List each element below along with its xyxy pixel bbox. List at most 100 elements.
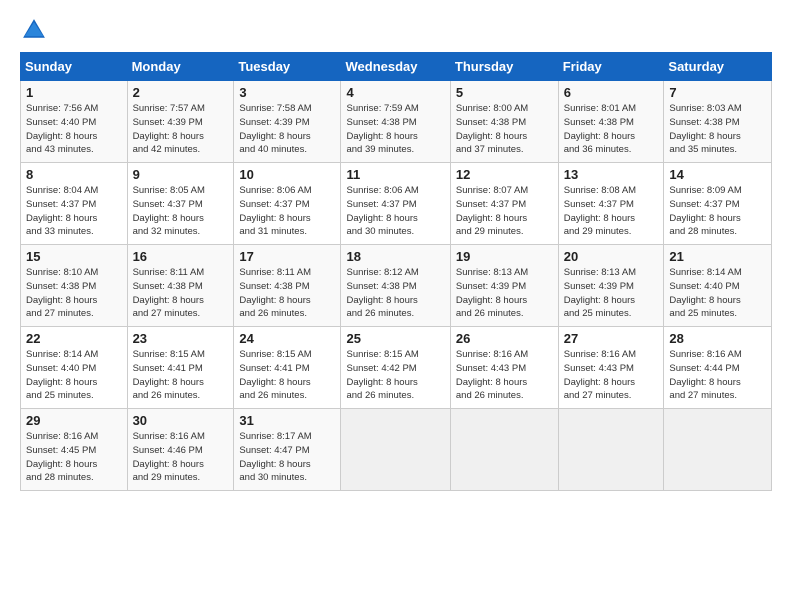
calendar-table: SundayMondayTuesdayWednesdayThursdayFrid…: [20, 52, 772, 491]
day-info: Sunrise: 7:59 AMSunset: 4:38 PMDaylight:…: [346, 102, 444, 157]
day-cell: 2 Sunrise: 7:57 AMSunset: 4:39 PMDaylight…: [127, 81, 234, 163]
calendar-page: SundayMondayTuesdayWednesdayThursdayFrid…: [0, 0, 792, 612]
col-header-thursday: Thursday: [450, 53, 558, 81]
day-cell: 18 Sunrise: 8:12 AMSunset: 4:38 PMDayligh…: [341, 245, 450, 327]
day-cell: 24 Sunrise: 8:15 AMSunset: 4:41 PMDayligh…: [234, 327, 341, 409]
logo: [20, 16, 52, 44]
day-number: 11: [346, 167, 444, 182]
day-info: Sunrise: 8:06 AMSunset: 4:37 PMDaylight:…: [346, 184, 444, 239]
day-info: Sunrise: 8:04 AMSunset: 4:37 PMDaylight:…: [26, 184, 122, 239]
week-row-3: 15 Sunrise: 8:10 AMSunset: 4:38 PMDayligh…: [21, 245, 772, 327]
day-number: 21: [669, 249, 766, 264]
day-number: 16: [133, 249, 229, 264]
day-info: Sunrise: 7:57 AMSunset: 4:39 PMDaylight:…: [133, 102, 229, 157]
day-cell: 3Sunrise: 7:58 AMSunset: 4:39 PMDaylight…: [234, 81, 341, 163]
day-cell: 12 Sunrise: 8:07 AMSunset: 4:37 PMDayligh…: [450, 163, 558, 245]
col-header-wednesday: Wednesday: [341, 53, 450, 81]
day-number: 8: [26, 167, 122, 182]
day-info: Sunrise: 8:08 AMSunset: 4:37 PMDaylight:…: [564, 184, 659, 239]
day-cell: 16 Sunrise: 8:11 AMSunset: 4:38 PMDayligh…: [127, 245, 234, 327]
day-cell: 27 Sunrise: 8:16 AMSunset: 4:43 PMDayligh…: [558, 327, 664, 409]
day-info: Sunrise: 8:09 AMSunset: 4:37 PMDaylight:…: [669, 184, 766, 239]
day-number: 7: [669, 85, 766, 100]
col-header-saturday: Saturday: [664, 53, 772, 81]
day-cell: 10 Sunrise: 8:06 AMSunset: 4:37 PMDayligh…: [234, 163, 341, 245]
day-number: 13: [564, 167, 659, 182]
day-info: Sunrise: 8:16 AMSunset: 4:43 PMDaylight:…: [564, 348, 659, 403]
day-cell: 31 Sunrise: 8:17 AMSunset: 4:47 PMDayligh…: [234, 409, 341, 491]
day-info: Sunrise: 8:01 AMSunset: 4:38 PMDaylight:…: [564, 102, 659, 157]
day-cell: [664, 409, 772, 491]
day-number: 6: [564, 85, 659, 100]
day-cell: [558, 409, 664, 491]
day-cell: 20 Sunrise: 8:13 AMSunset: 4:39 PMDayligh…: [558, 245, 664, 327]
day-number: 28: [669, 331, 766, 346]
day-number: 14: [669, 167, 766, 182]
day-number: 25: [346, 331, 444, 346]
day-number: 24: [239, 331, 335, 346]
day-info: Sunrise: 8:16 AMSunset: 4:45 PMDaylight:…: [26, 430, 122, 485]
day-cell: 19 Sunrise: 8:13 AMSunset: 4:39 PMDayligh…: [450, 245, 558, 327]
day-cell: 28 Sunrise: 8:16 AMSunset: 4:44 PMDayligh…: [664, 327, 772, 409]
header: [20, 16, 772, 44]
day-info: Sunrise: 8:03 AMSunset: 4:38 PMDaylight:…: [669, 102, 766, 157]
week-row-4: 22 Sunrise: 8:14 AMSunset: 4:40 PMDayligh…: [21, 327, 772, 409]
day-info: Sunrise: 8:13 AMSunset: 4:39 PMDaylight:…: [564, 266, 659, 321]
day-number: 31: [239, 413, 335, 428]
day-info: Sunrise: 8:00 AMSunset: 4:38 PMDaylight:…: [456, 102, 553, 157]
day-cell: 11 Sunrise: 8:06 AMSunset: 4:37 PMDayligh…: [341, 163, 450, 245]
day-cell: 17Sunrise: 8:11 AMSunset: 4:38 PMDayligh…: [234, 245, 341, 327]
day-cell: 22 Sunrise: 8:14 AMSunset: 4:40 PMDayligh…: [21, 327, 128, 409]
day-number: 10: [239, 167, 335, 182]
day-cell: [341, 409, 450, 491]
day-cell: 4Sunrise: 7:59 AMSunset: 4:38 PMDaylight…: [341, 81, 450, 163]
day-cell: 29 Sunrise: 8:16 AMSunset: 4:45 PMDayligh…: [21, 409, 128, 491]
day-info: Sunrise: 8:05 AMSunset: 4:37 PMDaylight:…: [133, 184, 229, 239]
day-cell: 25Sunrise: 8:15 AMSunset: 4:42 PMDayligh…: [341, 327, 450, 409]
col-header-tuesday: Tuesday: [234, 53, 341, 81]
day-number: 22: [26, 331, 122, 346]
day-info: Sunrise: 8:16 AMSunset: 4:44 PMDaylight:…: [669, 348, 766, 403]
day-info: Sunrise: 8:10 AMSunset: 4:38 PMDaylight:…: [26, 266, 122, 321]
day-number: 20: [564, 249, 659, 264]
day-number: 18: [346, 249, 444, 264]
day-info: Sunrise: 8:16 AMSunset: 4:43 PMDaylight:…: [456, 348, 553, 403]
day-number: 17: [239, 249, 335, 264]
day-cell: 30Sunrise: 8:16 AMSunset: 4:46 PMDayligh…: [127, 409, 234, 491]
day-info: Sunrise: 8:16 AMSunset: 4:46 PMDaylight:…: [133, 430, 229, 485]
day-cell: 26Sunrise: 8:16 AMSunset: 4:43 PMDayligh…: [450, 327, 558, 409]
day-cell: 5Sunrise: 8:00 AMSunset: 4:38 PMDaylight…: [450, 81, 558, 163]
day-cell: 6 Sunrise: 8:01 AMSunset: 4:38 PMDaylight…: [558, 81, 664, 163]
col-header-friday: Friday: [558, 53, 664, 81]
day-info: Sunrise: 7:56 AMSunset: 4:40 PMDaylight:…: [26, 102, 122, 157]
day-info: Sunrise: 8:12 AMSunset: 4:38 PMDaylight:…: [346, 266, 444, 321]
col-header-sunday: Sunday: [21, 53, 128, 81]
day-cell: 8 Sunrise: 8:04 AMSunset: 4:37 PMDaylight…: [21, 163, 128, 245]
day-number: 1: [26, 85, 122, 100]
day-number: 12: [456, 167, 553, 182]
day-cell: 7 Sunrise: 8:03 AMSunset: 4:38 PMDaylight…: [664, 81, 772, 163]
day-info: Sunrise: 8:13 AMSunset: 4:39 PMDaylight:…: [456, 266, 553, 321]
day-cell: 9Sunrise: 8:05 AMSunset: 4:37 PMDaylight…: [127, 163, 234, 245]
day-info: Sunrise: 8:11 AMSunset: 4:38 PMDaylight:…: [133, 266, 229, 321]
day-info: Sunrise: 8:14 AMSunset: 4:40 PMDaylight:…: [26, 348, 122, 403]
day-cell: 21 Sunrise: 8:14 AMSunset: 4:40 PMDayligh…: [664, 245, 772, 327]
day-info: Sunrise: 8:07 AMSunset: 4:37 PMDaylight:…: [456, 184, 553, 239]
day-info: Sunrise: 8:15 AMSunset: 4:41 PMDaylight:…: [133, 348, 229, 403]
day-number: 2: [133, 85, 229, 100]
day-info: Sunrise: 8:15 AMSunset: 4:41 PMDaylight:…: [239, 348, 335, 403]
day-number: 27: [564, 331, 659, 346]
day-info: Sunrise: 8:06 AMSunset: 4:37 PMDaylight:…: [239, 184, 335, 239]
header-row: SundayMondayTuesdayWednesdayThursdayFrid…: [21, 53, 772, 81]
day-number: 23: [133, 331, 229, 346]
col-header-monday: Monday: [127, 53, 234, 81]
day-cell: 14 Sunrise: 8:09 AMSunset: 4:37 PMDayligh…: [664, 163, 772, 245]
day-info: Sunrise: 8:17 AMSunset: 4:47 PMDaylight:…: [239, 430, 335, 485]
day-number: 19: [456, 249, 553, 264]
day-number: 15: [26, 249, 122, 264]
day-info: Sunrise: 8:14 AMSunset: 4:40 PMDaylight:…: [669, 266, 766, 321]
logo-icon: [20, 16, 48, 44]
day-number: 3: [239, 85, 335, 100]
day-number: 29: [26, 413, 122, 428]
day-cell: 23 Sunrise: 8:15 AMSunset: 4:41 PMDayligh…: [127, 327, 234, 409]
